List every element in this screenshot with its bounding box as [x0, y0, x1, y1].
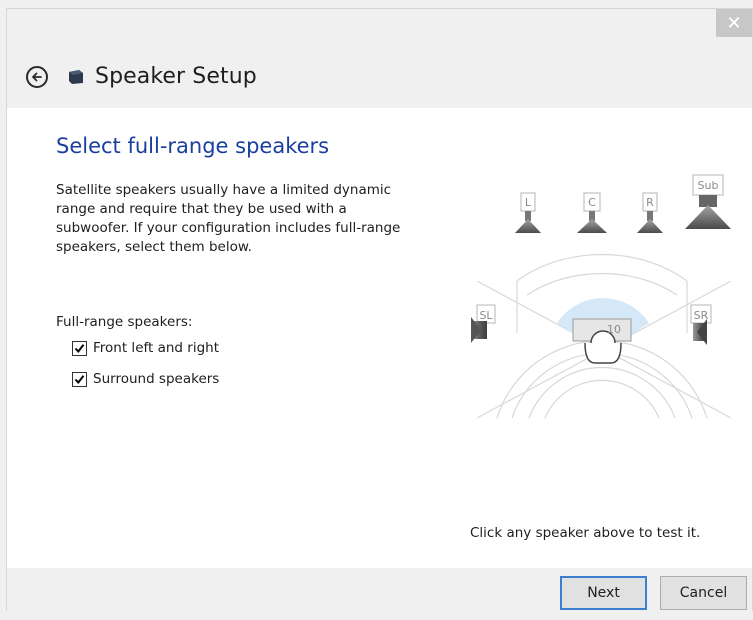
svg-text:10: 10	[607, 323, 621, 336]
svg-text:C: C	[588, 196, 596, 209]
svg-text:L: L	[525, 196, 532, 209]
speaker-surround-left[interactable]: SL	[471, 304, 496, 343]
cancel-button[interactable]: Cancel	[660, 576, 747, 610]
window-title: Speaker Setup	[95, 64, 257, 89]
footer-bar: Next Cancel	[7, 568, 752, 611]
speaker-subwoofer[interactable]: Sub	[685, 174, 731, 229]
checkbox-box[interactable]	[72, 371, 87, 387]
speaker-app-icon	[69, 70, 83, 84]
title-bar: ✕ Speaker Setup	[7, 9, 752, 109]
checkmark-icon	[74, 374, 85, 384]
speaker-diagram: 10 L C R Sub SL SR	[471, 174, 732, 419]
listener-icon: 10	[572, 318, 632, 364]
speaker-right[interactable]: R	[637, 192, 663, 233]
close-button[interactable]: ✕	[716, 9, 752, 37]
main-content: Select full-range speakers Satellite spe…	[7, 108, 752, 568]
page-heading: Select full-range speakers	[56, 134, 330, 158]
svg-text:Sub: Sub	[698, 179, 719, 192]
full-range-group-label: Full-range speakers:	[56, 314, 193, 330]
next-button[interactable]: Next	[560, 576, 647, 610]
checkmark-icon	[74, 343, 85, 353]
svg-text:SL: SL	[479, 309, 493, 322]
close-icon: ✕	[726, 12, 742, 33]
speaker-left[interactable]: L	[515, 192, 541, 233]
speaker-surround-right[interactable]: SR	[690, 304, 712, 345]
checkbox-label: Front left and right	[93, 340, 220, 356]
checkbox-box[interactable]	[72, 340, 87, 356]
svg-text:R: R	[646, 196, 654, 209]
speaker-setup-window: ✕ Speaker Setup Select full-range speake…	[6, 8, 753, 611]
test-hint-text: Click any speaker above to test it.	[470, 525, 701, 541]
back-button[interactable]	[26, 66, 48, 88]
front-left-right-checkbox[interactable]: Front left and right	[72, 340, 219, 356]
speaker-center[interactable]: C	[577, 192, 607, 233]
checkbox-label: Surround speakers	[93, 371, 220, 387]
back-arrow-icon	[32, 72, 42, 82]
surround-speakers-checkbox[interactable]: Surround speakers	[72, 371, 219, 387]
description-text: Satellite speakers usually have a limite…	[56, 182, 401, 255]
